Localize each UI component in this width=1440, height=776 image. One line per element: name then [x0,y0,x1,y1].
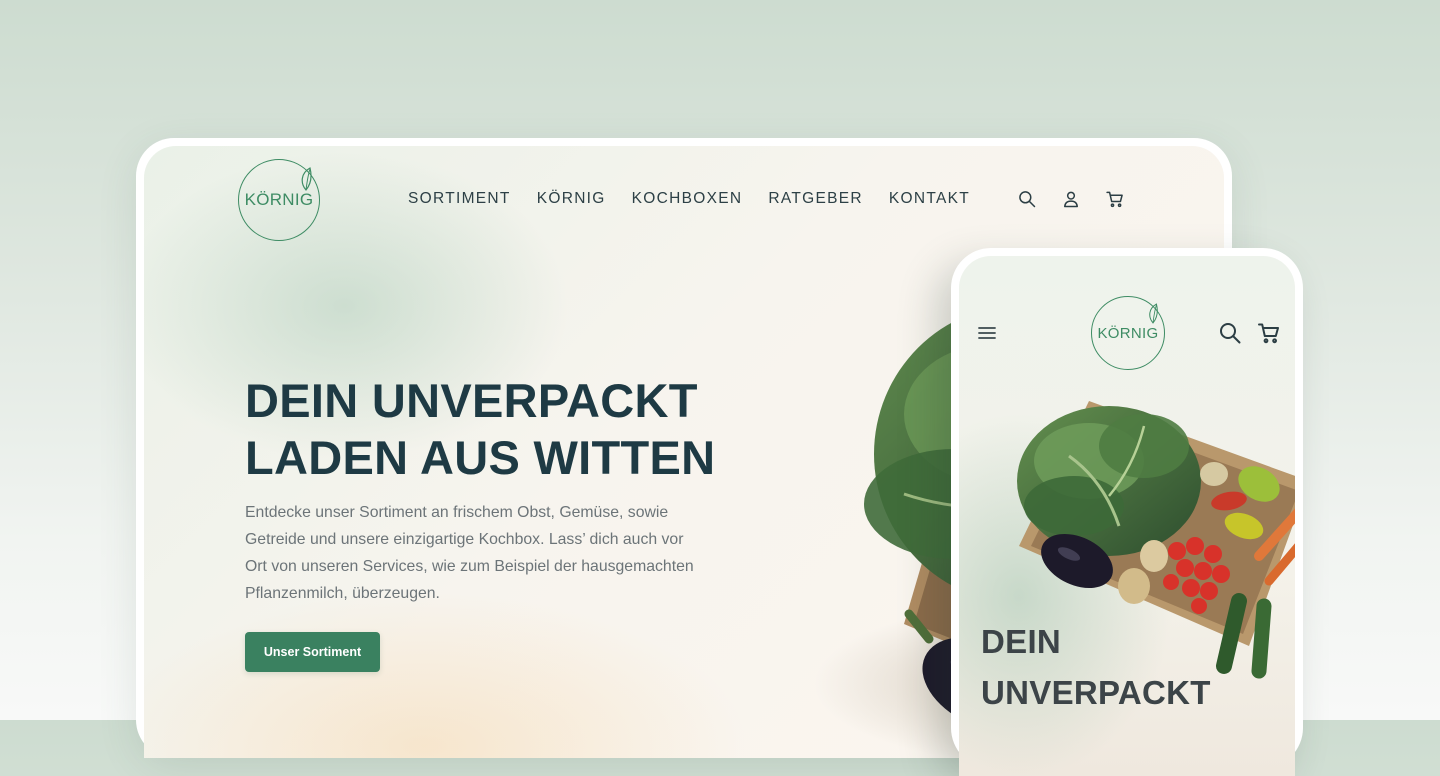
hero-title: DEIN UNVERPACKT LADEN AUS WITTEN [245,372,765,486]
main-nav: SORTIMENT KÖRNIG KOCHBOXEN RATGEBER KONT… [408,190,970,208]
mobile-hero-title: DEIN UNVERPACKT [981,616,1281,718]
hero-title-line-1: DEIN UNVERPACKT [245,374,698,427]
user-icon[interactable] [1060,188,1082,210]
mobile-screen: KÖRNIG DEIN UNVERPACKT [959,256,1295,776]
mobile-mockup-frame: KÖRNIG DEIN UNVERPACKT [951,248,1303,776]
cart-icon[interactable] [1104,188,1126,210]
shop-assortment-button[interactable]: Unser Sortiment [245,632,380,672]
menu-icon[interactable] [976,322,998,344]
brand-logo[interactable]: KÖRNIG [238,159,320,241]
header-icons [1016,188,1126,210]
search-icon[interactable] [1217,320,1243,346]
logo-text: KÖRNIG [244,190,314,209]
hero-title-line-2: LADEN AUS WITTEN [245,431,716,484]
mobile-header-icons [1217,320,1282,346]
nav-item-ratgeber[interactable]: RATGEBER [768,190,863,208]
leaf-icon [301,167,312,191]
hero-description: Entdecke unser Sortiment an frischem Obs… [245,504,694,602]
search-icon[interactable] [1016,188,1038,210]
nav-item-kontakt[interactable]: KONTAKT [889,190,970,208]
logo-text: KÖRNIG [1097,324,1159,342]
cart-icon[interactable] [1256,320,1282,346]
mobile-hero-title-line-2: UNVERPACKT [981,674,1211,711]
nav-item-koernig[interactable]: KÖRNIG [537,190,606,208]
mobile-brand-logo[interactable]: KÖRNIG [1091,296,1165,370]
nav-item-sortiment[interactable]: SORTIMENT [408,190,511,208]
mobile-hero-title-line-1: DEIN [981,623,1062,660]
leaf-icon [1149,303,1158,324]
nav-item-kochboxen[interactable]: KOCHBOXEN [632,190,743,208]
